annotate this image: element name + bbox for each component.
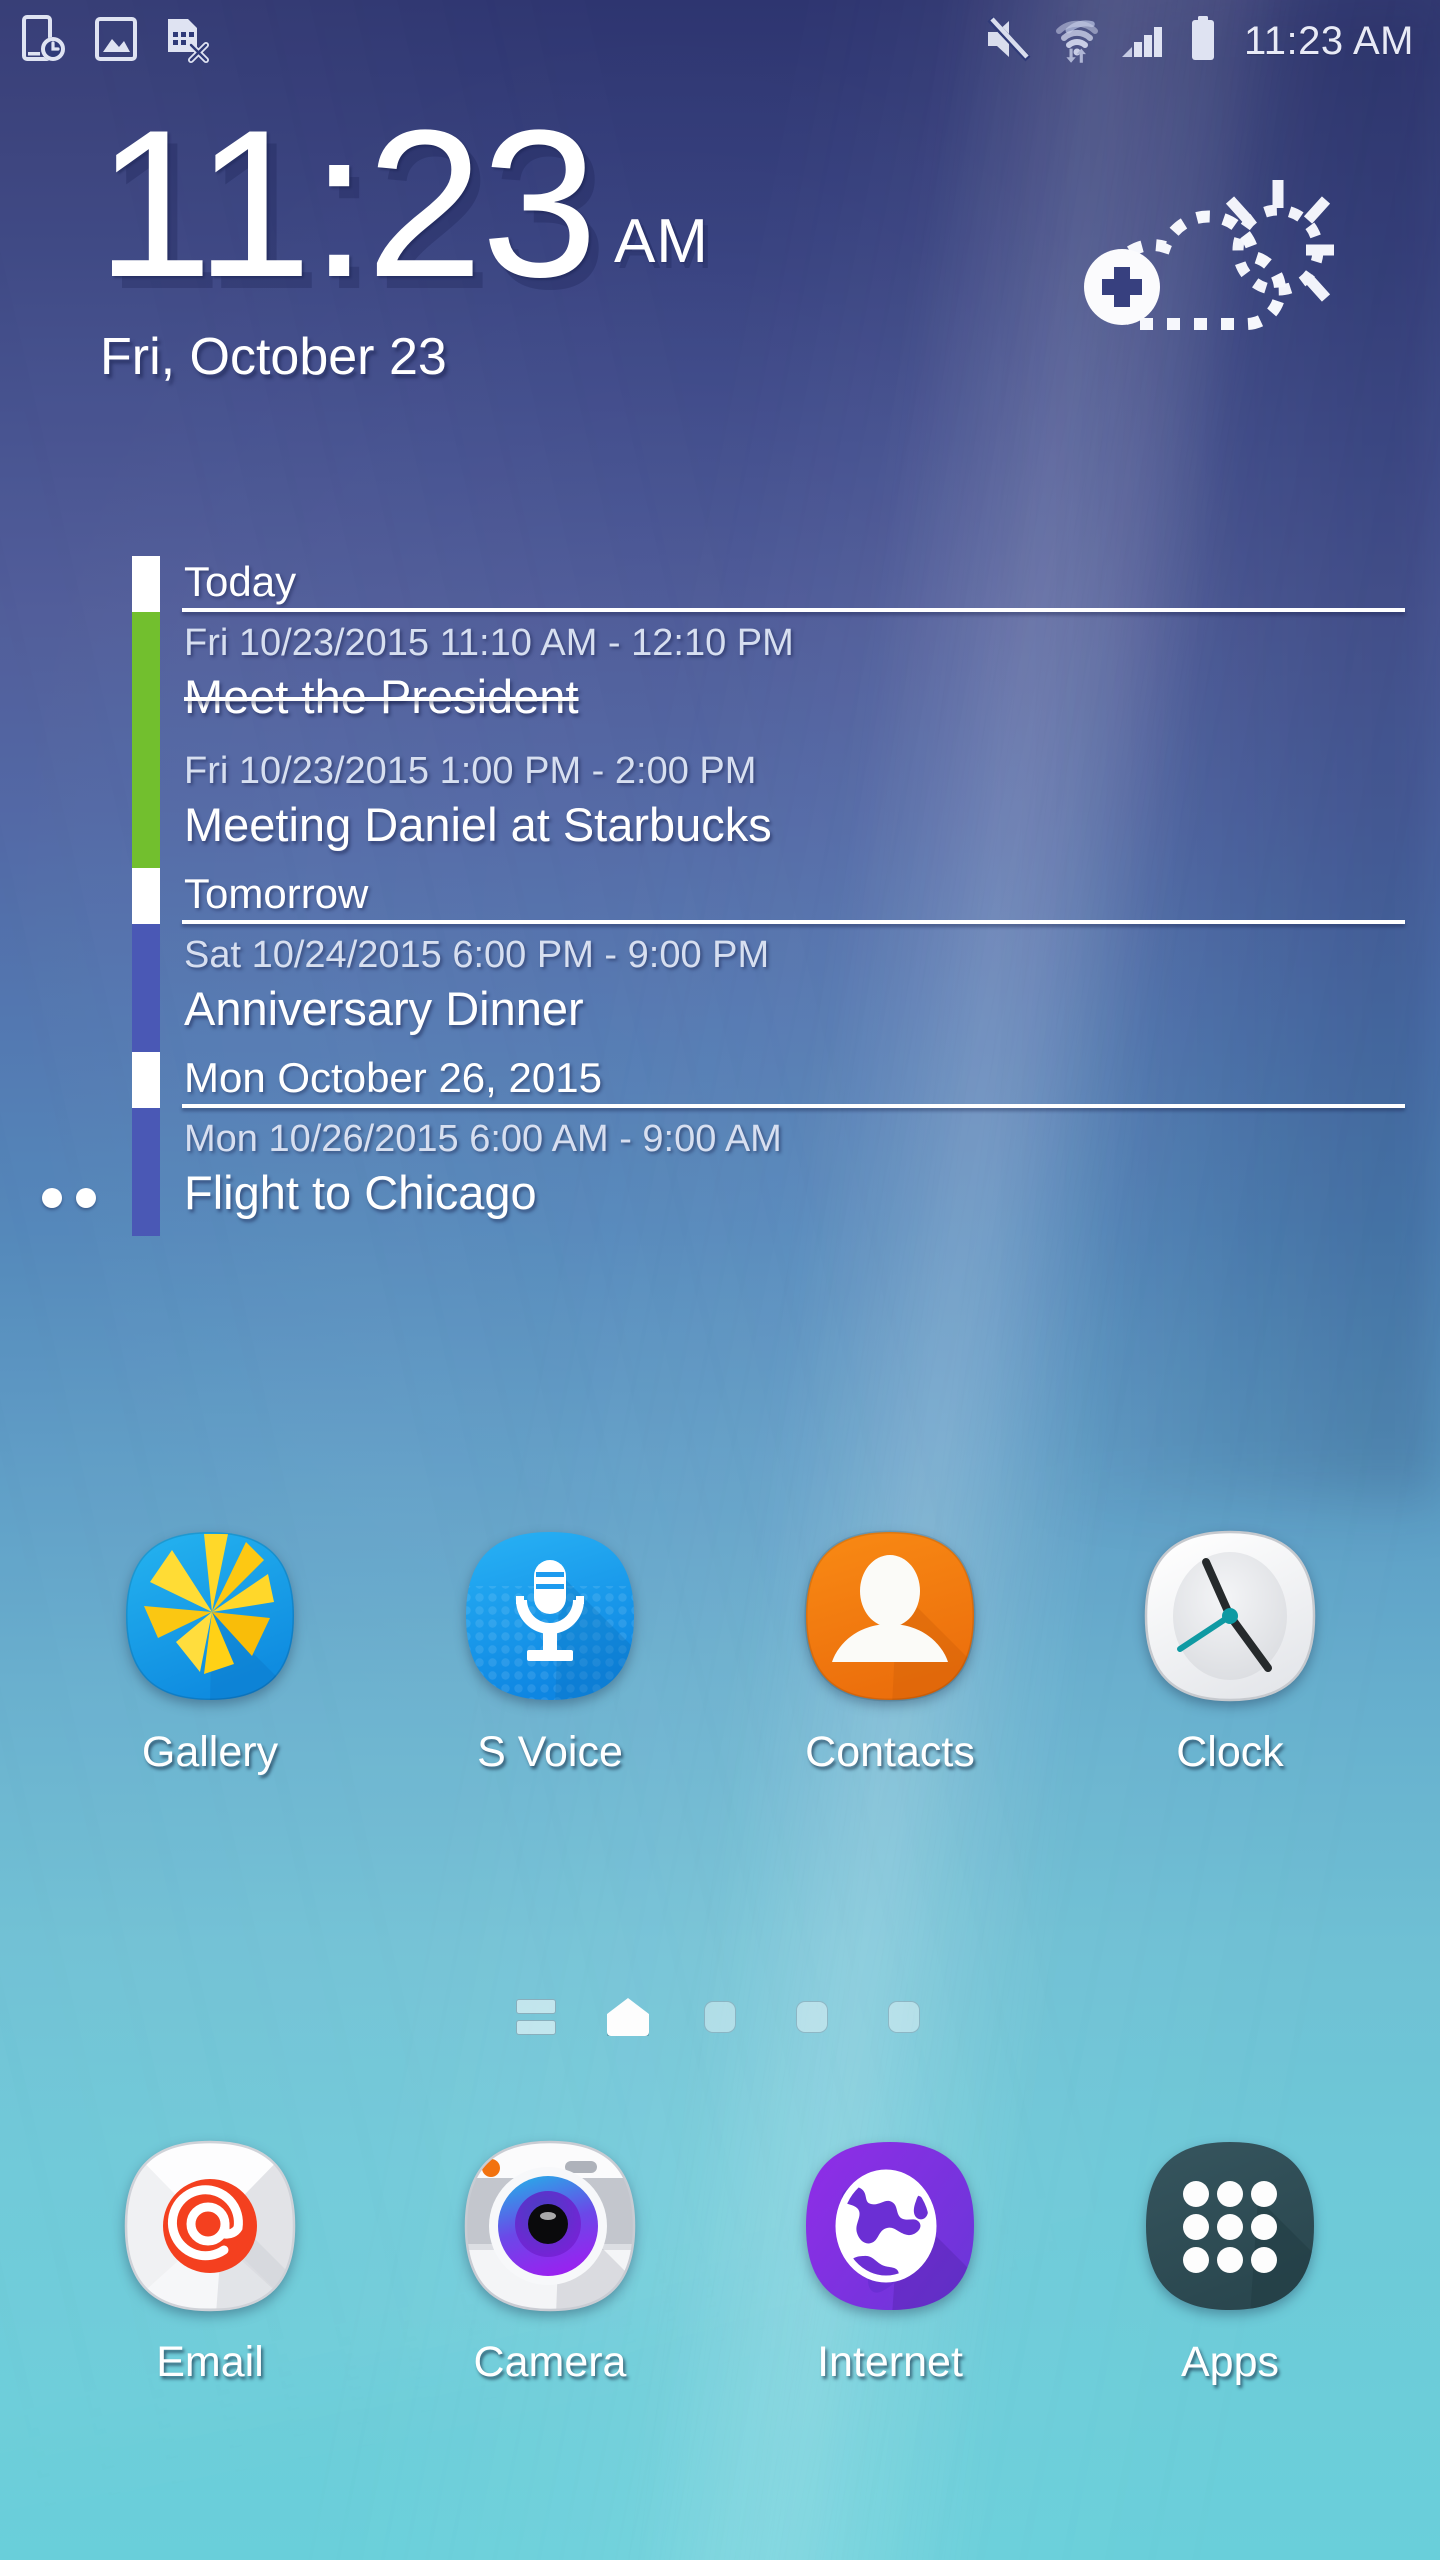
calendar-section-accent (132, 1052, 160, 1108)
app-label: Gallery (141, 1728, 279, 1776)
big-clock-ampm: AM (613, 207, 709, 276)
calendar-section-title: Mon October 26, 2015 (184, 1054, 602, 1101)
page-dot-5[interactable] (879, 1992, 929, 2042)
svoice-icon[interactable] (460, 1526, 640, 1706)
app-clock[interactable]: Clock (1090, 1526, 1370, 1777)
status-bar[interactable]: 11:23 AM (0, 0, 1440, 82)
calendar-section-title: Tomorrow (184, 870, 369, 917)
page-dot-4[interactable] (787, 1992, 837, 2042)
app-label: Internet (817, 2338, 963, 2386)
clock-date: Fri, October 23 (100, 328, 447, 386)
calendar-widget[interactable]: Today Fri 10/23/2015 11:10 AM - 12:10 PM M… (0, 556, 1440, 1236)
calendar-event-time: Mon 10/26/2015 6:00 AM - 9:00 AM (184, 1118, 782, 1160)
app-apps-drawer[interactable]: Apps (1090, 2136, 1370, 2387)
app-label: Apps (1180, 2338, 1279, 2386)
calendar-event-title: Meeting Daniel at Starbucks (184, 798, 772, 851)
app-internet[interactable]: Internet (750, 2136, 1030, 2387)
wifi-icon (1052, 14, 1102, 69)
calendar-section-accent (132, 868, 160, 924)
big-clock-time: 11:23 (96, 86, 598, 321)
home-screen-app-row[interactable]: Gallery S Voice Contacts Clock (0, 1526, 1440, 1777)
weather-widget[interactable] (1082, 174, 1352, 334)
calendar-event-accent (132, 924, 160, 1052)
status-bar-notifications[interactable] (22, 14, 210, 69)
app-camera[interactable]: Camera (410, 2136, 690, 2387)
phone-clock-icon (22, 14, 68, 69)
cellular-signal-icon (1120, 15, 1170, 68)
briefing-page-icon[interactable] (511, 1992, 561, 2042)
app-label: Contacts (805, 1728, 975, 1776)
dock-app-row[interactable]: Email Camera Internet Apps (0, 2136, 1440, 2387)
calendar-event[interactable]: Fri 10/23/2015 11:10 AM - 12:10 PM Meet t… (0, 612, 1440, 740)
apps-grid-icon[interactable] (1140, 2136, 1320, 2316)
clock-icon[interactable] (1140, 1526, 1320, 1706)
app-email[interactable]: Email (70, 2136, 350, 2387)
calendar-event-title: Meet the President (184, 670, 579, 723)
calendar-event-time: Fri 10/23/2015 11:10 AM - 12:10 PM (184, 622, 794, 664)
status-bar-clock: 11:23 AM (1243, 18, 1414, 63)
sim-card-error-icon (164, 15, 210, 68)
calendar-event[interactable]: Fri 10/23/2015 1:00 PM - 2:00 PM Meeting … (0, 740, 1440, 868)
battery-icon (1188, 14, 1218, 69)
app-label: Email (156, 2338, 264, 2386)
page-indicator[interactable] (0, 1992, 1440, 2042)
app-s-voice[interactable]: S Voice (410, 1526, 690, 1777)
app-label: Camera (473, 2338, 627, 2386)
calendar-section-header: Tomorrow (0, 868, 1440, 924)
clock-weather-widget[interactable]: 11:23 AM Fri, October 23 (0, 78, 1440, 387)
calendar-scroll-dot (76, 1188, 96, 1208)
page-dot-3[interactable] (695, 1992, 745, 2042)
status-bar-system[interactable]: 11:23 AM (982, 14, 1414, 69)
app-label: Clock (1176, 1728, 1284, 1776)
calendar-event-title: Flight to Chicago (184, 1166, 537, 1219)
calendar-event[interactable]: Mon 10/26/2015 6:00 AM - 9:00 AM Flight t… (0, 1108, 1440, 1236)
calendar-sections: Today Fri 10/23/2015 11:10 AM - 12:10 PM M… (0, 556, 1440, 1236)
page-dot-home-active[interactable] (603, 1992, 653, 2042)
app-label: S Voice (477, 1728, 623, 1776)
app-contacts[interactable]: Contacts (750, 1526, 1030, 1777)
calendar-section-accent (132, 556, 160, 612)
calendar-section-header: Mon October 26, 2015 (0, 1052, 1440, 1108)
mute-icon (982, 15, 1034, 68)
calendar-section-header: Today (0, 556, 1440, 612)
contacts-icon[interactable] (800, 1526, 980, 1706)
calendar-scroll-indicator (42, 1188, 96, 1208)
calendar-event[interactable]: Sat 10/24/2015 6:00 PM - 9:00 PM Annivers… (0, 924, 1440, 1052)
calendar-event-accent (132, 740, 160, 868)
gallery-image-icon (94, 16, 138, 67)
calendar-event-time: Fri 10/23/2015 1:00 PM - 2:00 PM (184, 750, 757, 792)
internet-icon[interactable] (800, 2136, 980, 2316)
calendar-event-accent (132, 1108, 160, 1236)
weather-add-button (1084, 249, 1160, 325)
email-icon[interactable] (120, 2136, 300, 2316)
app-gallery[interactable]: Gallery (70, 1526, 350, 1777)
calendar-section-title: Today (184, 558, 297, 605)
calendar-scroll-dot (42, 1188, 62, 1208)
calendar-event-accent (132, 612, 160, 740)
calendar-event-title: Anniversary Dinner (184, 982, 584, 1035)
gallery-icon[interactable] (120, 1526, 300, 1706)
camera-icon[interactable] (460, 2136, 640, 2316)
calendar-event-time: Sat 10/24/2015 6:00 PM - 9:00 PM (184, 934, 770, 976)
